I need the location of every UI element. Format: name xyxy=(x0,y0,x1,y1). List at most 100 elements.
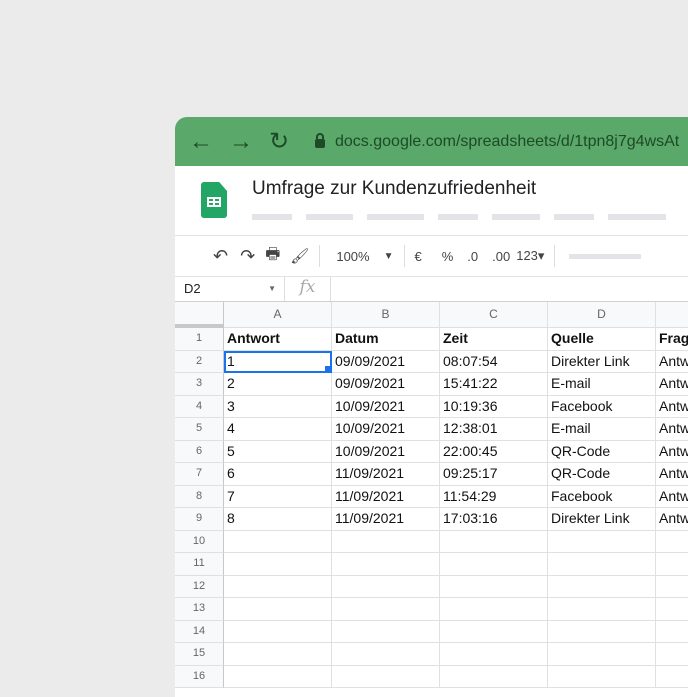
row-header[interactable]: 3 xyxy=(175,373,224,396)
cell[interactable]: QR-Code xyxy=(548,440,656,463)
cell[interactable] xyxy=(548,598,656,621)
cell[interactable]: 10/09/2021 xyxy=(332,395,440,418)
cell[interactable]: E-mail xyxy=(548,373,656,396)
cell[interactable]: 09/09/2021 xyxy=(332,373,440,396)
column-header[interactable]: A xyxy=(224,302,332,328)
cell[interactable]: 09/09/2021 xyxy=(332,350,440,373)
cell[interactable]: Antw xyxy=(656,441,688,463)
cell[interactable]: QR-Code xyxy=(548,463,656,486)
cell[interactable]: 10:19:36 xyxy=(440,395,548,418)
row-header[interactable]: 1 xyxy=(175,328,224,351)
redo-button[interactable]: ↷ xyxy=(240,246,255,267)
cell[interactable] xyxy=(332,643,440,666)
select-all-corner[interactable] xyxy=(175,302,224,328)
row-header[interactable]: 11 xyxy=(175,553,224,576)
doc-title[interactable]: Umfrage zur Kundenzufriedenheit xyxy=(252,178,536,200)
column-header[interactable]: B xyxy=(332,302,440,328)
cell[interactable]: 17:03:16 xyxy=(440,508,548,531)
reload-button[interactable]: ↻ xyxy=(269,127,309,156)
cell[interactable] xyxy=(440,530,548,553)
increase-decimal-button[interactable]: .00 xyxy=(492,249,510,264)
cell[interactable]: 8 xyxy=(224,508,332,531)
cell[interactable] xyxy=(332,620,440,643)
cell[interactable]: Antw xyxy=(656,396,688,418)
cell[interactable]: 7 xyxy=(224,485,332,508)
cell[interactable]: Frag xyxy=(656,328,688,351)
column-header[interactable]: C xyxy=(440,302,548,328)
row-header[interactable]: 7 xyxy=(175,463,224,486)
cell[interactable] xyxy=(332,598,440,621)
print-button[interactable]: 🖶 xyxy=(265,243,280,270)
cell[interactable] xyxy=(656,598,688,621)
cell[interactable]: Antw xyxy=(656,351,688,373)
cell[interactable] xyxy=(440,665,548,688)
forward-button[interactable]: → xyxy=(229,128,269,156)
cell[interactable]: Datum xyxy=(332,328,440,351)
row-header[interactable]: 13 xyxy=(175,598,224,621)
cell[interactable]: 15:41:22 xyxy=(440,373,548,396)
cell[interactable]: Antwort xyxy=(224,328,332,351)
cell[interactable]: 5 xyxy=(224,440,332,463)
cell[interactable] xyxy=(656,531,688,553)
cell[interactable] xyxy=(548,643,656,666)
back-button[interactable]: ← xyxy=(189,128,229,156)
cell[interactable]: Direkter Link xyxy=(548,508,656,531)
cell[interactable] xyxy=(224,598,332,621)
cell[interactable] xyxy=(548,575,656,598)
row-header[interactable]: 12 xyxy=(175,575,224,598)
cell[interactable] xyxy=(548,665,656,688)
row-header[interactable]: 8 xyxy=(175,485,224,508)
cell[interactable] xyxy=(332,553,440,576)
cell[interactable] xyxy=(224,575,332,598)
cell[interactable]: 08:07:54 xyxy=(440,350,548,373)
cell[interactable]: 3 xyxy=(224,395,332,418)
address-bar[interactable]: docs.google.com/spreadsheets/d/1tpn8j7g4… xyxy=(315,133,679,151)
currency-button[interactable]: € xyxy=(415,249,422,264)
cell[interactable]: 09:25:17 xyxy=(440,463,548,486)
cell[interactable] xyxy=(548,553,656,576)
cell[interactable]: 2 xyxy=(224,373,332,396)
cell[interactable] xyxy=(656,666,688,688)
column-header[interactable] xyxy=(656,302,688,328)
cell[interactable] xyxy=(440,620,548,643)
cell[interactable]: Antw xyxy=(656,373,688,396)
cell[interactable] xyxy=(548,530,656,553)
row-header[interactable]: 2 xyxy=(175,350,224,373)
cell[interactable]: 1 xyxy=(224,350,332,373)
cell[interactable] xyxy=(656,576,688,598)
percent-button[interactable]: % xyxy=(442,249,454,264)
cell[interactable]: Zeit xyxy=(440,328,548,351)
cell[interactable] xyxy=(548,620,656,643)
row-header[interactable]: 15 xyxy=(175,643,224,666)
cell[interactable] xyxy=(656,643,688,666)
undo-button[interactable]: ↶ xyxy=(213,246,228,267)
row-header[interactable]: 14 xyxy=(175,620,224,643)
cell[interactable]: Facebook xyxy=(548,485,656,508)
name-box[interactable]: D2 ▼ xyxy=(175,277,285,301)
cell[interactable]: 11/09/2021 xyxy=(332,463,440,486)
cell[interactable] xyxy=(440,598,548,621)
paint-format-button[interactable]: 🖌 xyxy=(290,247,309,265)
cell[interactable]: Facebook xyxy=(548,395,656,418)
cell[interactable] xyxy=(224,620,332,643)
cell[interactable] xyxy=(440,575,548,598)
cell[interactable] xyxy=(332,575,440,598)
row-header[interactable]: 6 xyxy=(175,440,224,463)
row-header[interactable]: 10 xyxy=(175,530,224,553)
more-formats-button[interactable]: 123▾ xyxy=(516,248,544,264)
row-header[interactable]: 16 xyxy=(175,665,224,688)
cell[interactable] xyxy=(332,530,440,553)
cell[interactable]: Antw xyxy=(656,508,688,531)
cell[interactable]: 11:54:29 xyxy=(440,485,548,508)
cell[interactable]: E-mail xyxy=(548,418,656,441)
cell[interactable] xyxy=(656,553,688,576)
cell[interactable]: 11/09/2021 xyxy=(332,508,440,531)
cell[interactable]: Antw xyxy=(656,486,688,508)
cell[interactable] xyxy=(224,530,332,553)
cell[interactable]: 4 xyxy=(224,418,332,441)
cell[interactable] xyxy=(224,553,332,576)
cell[interactable] xyxy=(224,643,332,666)
spreadsheet-grid[interactable]: A B C D 1 Antwort Datum Zeit Quelle Frag 2 1 09/09/2… xyxy=(175,302,688,688)
cell[interactable]: Direkter Link xyxy=(548,350,656,373)
column-header[interactable]: D xyxy=(548,302,656,328)
